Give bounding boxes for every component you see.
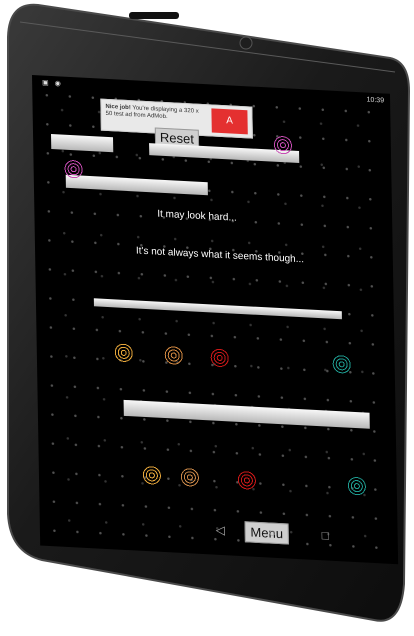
- top-platform-left: [51, 134, 114, 153]
- spiral-icon[interactable]: [113, 342, 134, 364]
- spiral-icon[interactable]: [272, 134, 294, 156]
- spiral-icon[interactable]: [141, 464, 163, 486]
- ad-text: Nice job! You're displaying a 320 x 50 t…: [105, 104, 203, 123]
- recent-apps-icon[interactable]: □: [322, 528, 329, 542]
- spiral-icon[interactable]: [236, 469, 258, 491]
- status-left-icons: ▣ ◉: [42, 79, 63, 88]
- phone-mockup: ▣ ◉ 10:39 Nice job! You're displaying a …: [0, 0, 414, 636]
- spiral-icon[interactable]: [179, 466, 201, 488]
- back-icon[interactable]: ◁: [216, 523, 225, 537]
- app-screen: ▣ ◉ 10:39 Nice job! You're displaying a …: [32, 75, 399, 565]
- spiral-icon[interactable]: [346, 475, 368, 497]
- home-icon[interactable]: ○: [269, 525, 276, 539]
- spiral-icon[interactable]: [163, 344, 184, 367]
- spiral-icon[interactable]: [331, 353, 352, 375]
- admob-logo: A: [211, 108, 248, 135]
- status-time: 10:39: [366, 96, 385, 105]
- spiral-icon[interactable]: [63, 158, 84, 180]
- spiral-icon[interactable]: [209, 347, 230, 369]
